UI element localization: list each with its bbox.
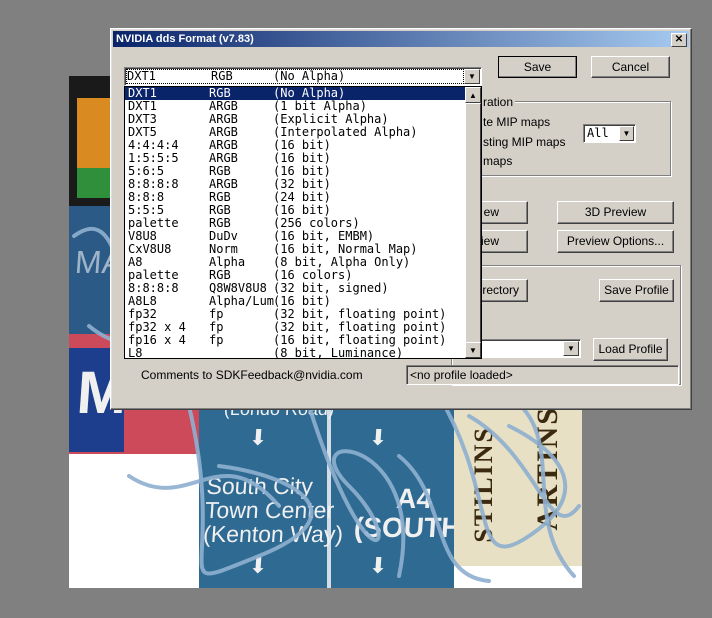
- profile-status-text: <no profile loaded>: [410, 368, 513, 382]
- mip-option-generate[interactable]: te MIP maps: [483, 115, 550, 129]
- format-dropdown-list[interactable]: DXT1 RGB (No Alpha) DXT1 ARGB (1 bit Alpha) DX…: [124, 86, 482, 359]
- mip-option-none[interactable]: maps: [483, 154, 512, 168]
- format-option[interactable]: L8 (8 bit, Luminance): [125, 347, 467, 359]
- chevron-down-icon[interactable]: ▼: [563, 341, 579, 356]
- feedback-text: Comments to SDKFeedback@nvidia.com: [141, 368, 363, 382]
- mip-levels-value: All: [587, 126, 609, 140]
- format-option-desc: (8 bit, Luminance): [273, 346, 404, 359]
- list-scrollbar[interactable]: ▲ ▼: [465, 87, 481, 358]
- chevron-down-icon[interactable]: ▼: [619, 126, 634, 141]
- cancel-button[interactable]: Cancel: [591, 56, 670, 78]
- close-icon: ✕: [674, 34, 684, 45]
- format-options: DXT1 RGB (No Alpha) DXT1 ARGB (1 bit Alpha) DX…: [125, 87, 467, 359]
- preview-options-button[interactable]: Preview Options...: [557, 230, 674, 253]
- format-dropdown-value: DXT1 RGB (No Alpha): [126, 69, 464, 84]
- save-button[interactable]: Save: [498, 56, 577, 78]
- profile-status-field: <no profile loaded>: [406, 365, 679, 385]
- chevron-down-icon[interactable]: ▼: [464, 69, 480, 84]
- preview-3d-button[interactable]: 3D Preview: [557, 201, 674, 224]
- mip-option-existing[interactable]: sting MIP maps: [483, 135, 565, 149]
- close-button[interactable]: ✕: [671, 33, 687, 47]
- scroll-thumb[interactable]: [465, 103, 481, 343]
- format-dropdown[interactable]: DXT1 RGB (No Alpha) ▼: [124, 67, 482, 86]
- profile-select[interactable]: ▼: [471, 339, 581, 358]
- scroll-up-arrow-icon[interactable]: ▲: [465, 87, 481, 103]
- title-bar[interactable]: NVIDIA dds Format (v7.83) ✕: [113, 31, 689, 47]
- format-dropdown-channels: RGB: [211, 69, 233, 83]
- format-dropdown-desc: (No Alpha): [273, 69, 346, 83]
- scroll-down-arrow-icon[interactable]: ▼: [465, 342, 481, 358]
- save-profile-button[interactable]: Save Profile: [599, 279, 674, 302]
- format-option-channels: fp: [209, 333, 224, 347]
- mip-group-label: ration: [481, 95, 516, 109]
- dds-format-dialog: NVIDIA dds Format (v7.83) ✕ DXT1 RGB (No…: [110, 28, 692, 410]
- mip-levels-select[interactable]: All ▼: [583, 124, 636, 143]
- load-profile-button[interactable]: Load Profile: [593, 338, 668, 361]
- format-dropdown-format: DXT1: [127, 69, 156, 83]
- format-option-format: L8: [128, 346, 143, 359]
- dialog-title: NVIDIA dds Format (v7.83): [116, 33, 254, 45]
